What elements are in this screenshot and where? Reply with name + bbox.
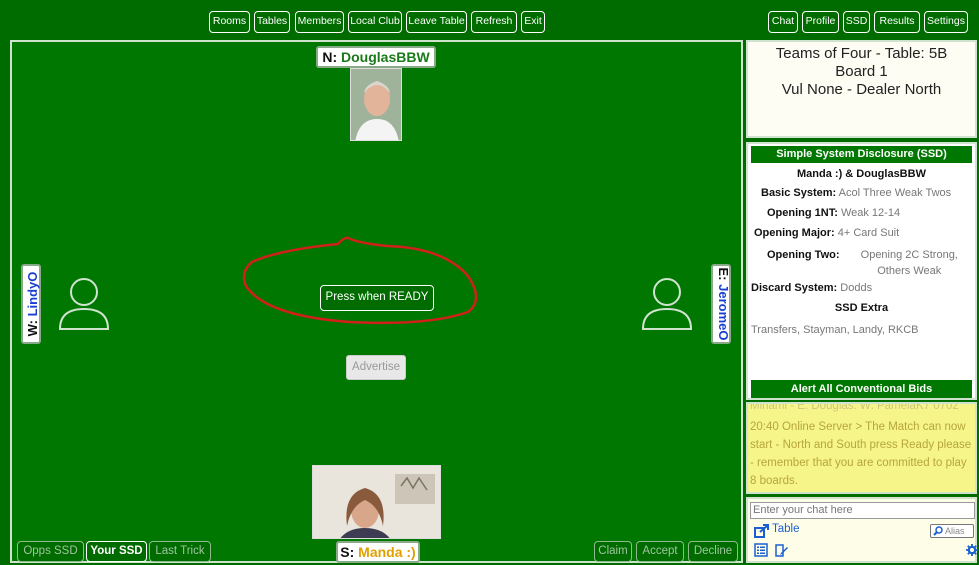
east-label-text: E: JeromeO xyxy=(714,264,732,344)
ssd-extra-title: SSD Extra xyxy=(834,302,889,314)
east-player-label[interactable]: E: JeromeO xyxy=(711,264,731,344)
ssd-value: 4+ Card Suit xyxy=(837,227,900,239)
north-player-photo xyxy=(350,68,402,141)
alert-bar: Alert All Conventional Bids xyxy=(751,380,972,398)
exit-button[interactable]: Exit xyxy=(521,11,545,33)
last-trick-button[interactable]: Last Trick xyxy=(149,541,211,562)
gear-icon[interactable] xyxy=(966,544,978,556)
share-arrow-icon[interactable] xyxy=(754,524,769,538)
profile-button[interactable]: Profile xyxy=(802,11,839,33)
ssd-row-basic-system: Basic System: Acol Three Weak Twos xyxy=(748,187,975,199)
advertise-button[interactable]: Advertise xyxy=(346,355,406,380)
ssd-label: Discard System: xyxy=(751,282,838,294)
south-avatar-graphic xyxy=(313,466,440,538)
ssd-value: Opening 2C Strong, Others Weak xyxy=(860,249,958,277)
south-prefix: S: xyxy=(340,544,359,560)
north-avatar-graphic xyxy=(351,69,401,140)
ssd-row-opening-major: Opening Major: 4+ Card Suit xyxy=(748,227,975,239)
claim-button[interactable]: Claim xyxy=(594,541,632,562)
east-name: JeromeO xyxy=(716,284,731,341)
west-prefix: W: xyxy=(25,316,40,337)
north-prefix: N: xyxy=(322,49,341,65)
ssd-button[interactable]: SSD xyxy=(843,11,870,33)
edit-document-icon[interactable] xyxy=(774,543,789,558)
board-info-vulnerability: Vul None - Dealer North xyxy=(781,81,942,98)
east-empty-avatar-icon xyxy=(641,278,693,330)
west-player-label[interactable]: W: LindyO xyxy=(21,264,41,344)
ssd-pair: Manda :) & DouglasBBW xyxy=(797,168,926,180)
chat-cut-line: Minami - E: Douglas. W: PamelaK7 0702 xyxy=(750,402,959,412)
chat-log: Minami - E: Douglas. W: PamelaK7 0702 20… xyxy=(746,402,977,494)
bridge-table-app: Rooms Tables Members Local Club Leave Ta… xyxy=(0,0,979,565)
west-empty-avatar-icon xyxy=(58,278,110,330)
alias-button[interactable]: Alias xyxy=(930,524,974,538)
ssd-value: Acol Three Weak Twos xyxy=(838,187,952,199)
ssd-row-opening-1nt: Opening 1NT: Weak 12-14 xyxy=(748,207,975,219)
east-prefix: E: xyxy=(716,267,731,285)
results-button[interactable]: Results xyxy=(874,11,920,33)
ssd-value: Dodds xyxy=(840,282,873,294)
search-icon xyxy=(933,526,943,536)
local-club-button[interactable]: Local Club xyxy=(348,11,402,33)
ssd-label: Opening 1NT: xyxy=(767,207,838,219)
settings-button[interactable]: Settings xyxy=(924,11,968,33)
ssd-label: Opening Major: xyxy=(754,227,835,239)
opps-ssd-button[interactable]: Opps SSD xyxy=(17,541,84,562)
board-info-event: Teams of Four - Table: 5B xyxy=(775,45,948,62)
press-ready-button[interactable]: Press when READY xyxy=(320,285,434,311)
chat-input-panel: Enter your chat here Table Alias xyxy=(746,497,978,563)
accept-button[interactable]: Accept xyxy=(636,541,684,562)
leave-table-button[interactable]: Leave Table xyxy=(406,11,467,33)
north-player-label[interactable]: N: DouglasBBW xyxy=(316,46,436,68)
rooms-button[interactable]: Rooms xyxy=(209,11,250,33)
decline-button[interactable]: Decline xyxy=(688,541,738,562)
ssd-row-opening-two: Opening Two: Opening 2C Strong, Others We… xyxy=(748,247,975,279)
chat-button[interactable]: Chat xyxy=(768,11,798,33)
south-player-photo xyxy=(312,465,441,539)
table-link[interactable]: Table xyxy=(772,523,800,535)
south-player-label[interactable]: S: Manda :) xyxy=(336,541,420,563)
west-label-text: W: LindyO xyxy=(24,264,42,344)
your-ssd-button[interactable]: Your SSD xyxy=(86,541,147,562)
tables-button[interactable]: Tables xyxy=(254,11,290,33)
alias-label: Alias xyxy=(945,526,965,536)
board-info-board: Board 1 xyxy=(835,63,888,80)
west-name: LindyO xyxy=(25,271,40,317)
refresh-button[interactable]: Refresh xyxy=(471,11,517,33)
north-name: DouglasBBW xyxy=(341,49,430,65)
ssd-value: Weak 12-14 xyxy=(840,207,901,219)
list-icon[interactable] xyxy=(754,543,768,557)
members-button[interactable]: Members xyxy=(295,11,344,33)
ssd-label: Basic System: xyxy=(761,187,837,199)
chat-message: 20:40 Online Server > The Match can now … xyxy=(750,421,972,487)
ssd-label: Opening Two: xyxy=(767,249,840,261)
board-info-panel: Teams of Four - Table: 5B Board 1 Vul No… xyxy=(746,40,977,138)
ssd-extra-text: Transfers, Stayman, Landy, RKCB xyxy=(751,324,919,336)
ssd-panel: Simple System Disclosure (SSD) Manda :) … xyxy=(746,142,977,400)
red-annotation-circle xyxy=(242,236,478,325)
ssd-header: Simple System Disclosure (SSD) xyxy=(751,146,972,163)
ssd-row-discard-system: Discard System: Dodds xyxy=(748,282,975,294)
south-name: Manda :) xyxy=(358,544,416,560)
chat-input[interactable]: Enter your chat here xyxy=(750,502,975,519)
